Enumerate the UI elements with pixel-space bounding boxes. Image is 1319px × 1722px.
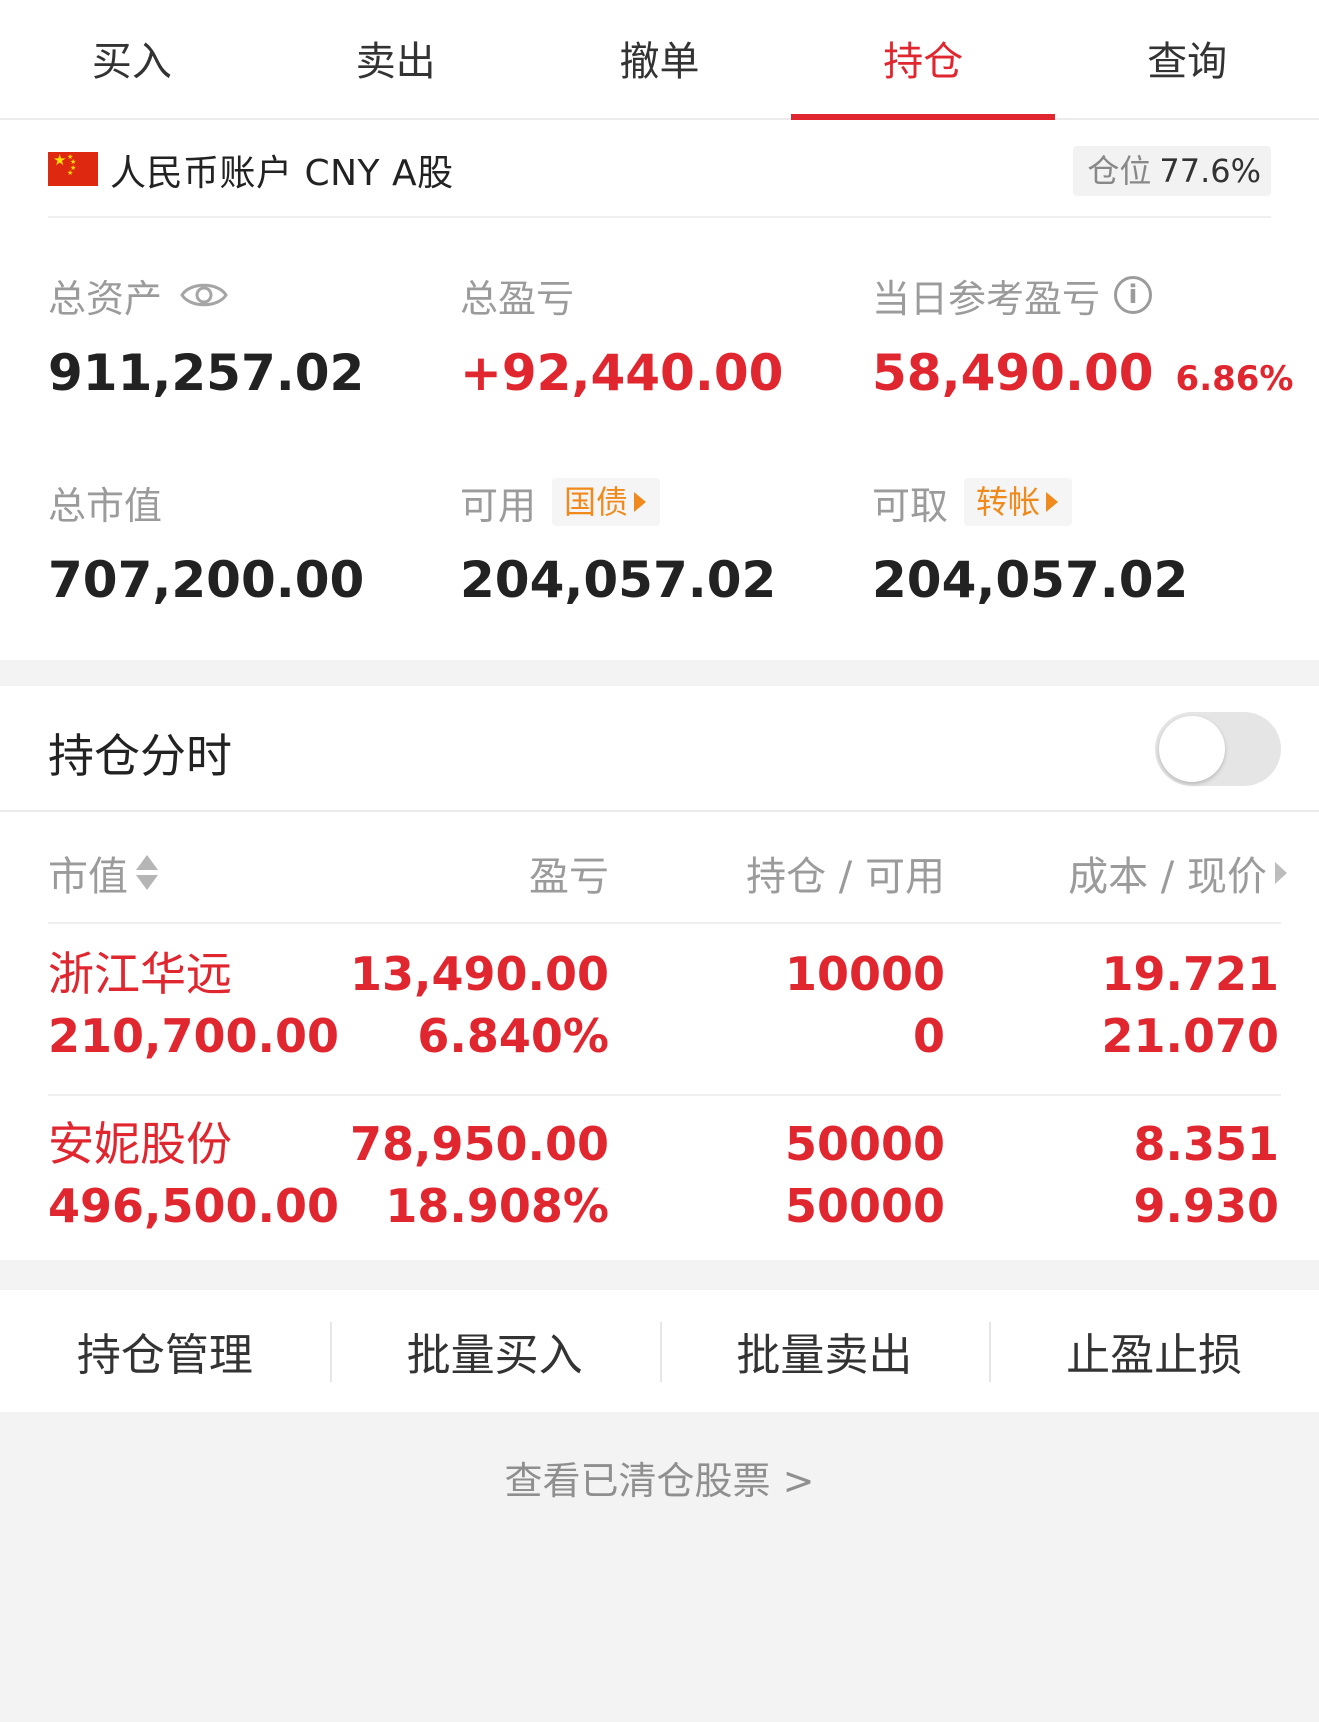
transfer-label: 转帐 — [976, 483, 1041, 521]
stock-name: 安妮股份 — [48, 1117, 232, 1171]
stock-market-value: 210,700.00 — [48, 1009, 340, 1063]
info-icon[interactable]: i — [1114, 276, 1153, 314]
chevron-right-icon — [634, 492, 647, 512]
eye-icon[interactable] — [180, 278, 228, 312]
chevron-right-icon — [1275, 862, 1287, 884]
daily-pnl-pct: 6.86% — [1175, 359, 1294, 399]
stock-name: 浙江华远 — [48, 947, 232, 1001]
holdings-column-header: 市值 盈亏 持仓 / 可用 成本 / 现价 — [48, 814, 1287, 924]
daily-pnl-metric: 当日参考盈亏 i 58,490.00 6.86% — [872, 268, 1294, 402]
column-cost-price-label: 成本 / 现价 — [1068, 854, 1267, 900]
sort-icon — [136, 853, 158, 893]
toggle-knob — [1159, 716, 1225, 782]
withdrawable-metric: 可取 转帐 204,057.02 — [872, 475, 1188, 609]
column-pnl-label: 盈亏 — [529, 854, 609, 900]
account-name: 人民币账户 CNY A股 — [110, 153, 454, 194]
total-assets-metric: 总资产 911,257.02 — [48, 268, 365, 403]
stock-price: 21.070 — [1101, 1009, 1279, 1063]
tab-sell[interactable]: 卖出 — [264, 0, 528, 118]
stock-available: 0 — [912, 1009, 945, 1063]
column-market-value[interactable]: 市值 — [48, 844, 158, 902]
total-pnl-value: +92,440.00 — [460, 344, 784, 402]
position-ratio-label: 仓位 — [1087, 152, 1152, 190]
tab-query[interactable]: 查询 — [1055, 0, 1319, 118]
treasury-bond-link[interactable]: 国债 — [552, 478, 661, 526]
view-cleared-stocks-link[interactable]: 查看已清仓股票 > — [0, 1450, 1319, 1505]
total-assets-value: 911,257.02 — [48, 344, 365, 402]
holdings-section: 持仓分时 市值 盈亏 持仓 / 可用 成本 / 现价 浙江华远 210,700.… — [0, 686, 1319, 1260]
stock-pnl: 13,490.00 — [350, 947, 609, 1001]
china-flag-icon: ★ ★ ★ ★ ★ — [48, 152, 98, 186]
stock-position: 50000 — [784, 1117, 945, 1171]
stock-pnl: 78,950.00 — [350, 1117, 609, 1171]
column-position-label: 持仓 / 可用 — [746, 854, 945, 900]
daily-pnl-value: 58,490.00 — [872, 344, 1154, 402]
total-pnl-label: 总盈亏 — [460, 276, 575, 321]
batch-buy-button[interactable]: 批量买入 — [329, 1290, 660, 1412]
column-pnl: 盈亏 — [529, 844, 609, 902]
stock-cost: 19.721 — [1101, 947, 1279, 1001]
tab-cancel-order[interactable]: 撤单 — [528, 0, 792, 118]
stock-cost: 8.351 — [1133, 1117, 1279, 1171]
tab-holdings[interactable]: 持仓 — [791, 0, 1055, 120]
position-ratio-value: 77.6% — [1159, 152, 1261, 190]
treasury-bond-label: 国债 — [564, 483, 629, 521]
stock-pnl-pct: 18.908% — [385, 1179, 609, 1233]
market-value-value: 707,200.00 — [48, 551, 365, 609]
stock-market-value: 496,500.00 — [48, 1179, 340, 1233]
column-position: 持仓 / 可用 — [746, 844, 945, 902]
market-value-metric: 总市值 707,200.00 — [48, 475, 365, 610]
account-summary: ★ ★ ★ ★ ★ 人民币账户 CNY A股 仓位 77.6% 总资产 911,2… — [0, 120, 1319, 660]
top-tab-bar: 买入 卖出 撤单 持仓 查询 — [0, 0, 1319, 120]
account-header: ★ ★ ★ ★ ★ 人民币账户 CNY A股 仓位 77.6% — [48, 120, 1271, 218]
table-row[interactable]: 安妮股份 496,500.00 78,950.00 18.908% 50000 … — [48, 1096, 1281, 1266]
stock-position: 10000 — [784, 947, 945, 1001]
transfer-link[interactable]: 转帐 — [964, 478, 1073, 526]
position-ratio-badge: 仓位 77.6% — [1073, 146, 1271, 196]
stock-price: 9.930 — [1133, 1179, 1279, 1233]
table-row[interactable]: 浙江华远 210,700.00 13,490.00 6.840% 10000 0… — [48, 926, 1281, 1096]
withdrawable-value: 204,057.02 — [872, 551, 1189, 609]
market-value-label: 总市值 — [48, 483, 163, 528]
stop-profit-loss-button[interactable]: 止盈止损 — [989, 1290, 1319, 1412]
tab-buy[interactable]: 买入 — [0, 0, 264, 118]
holdings-title-row: 持仓分时 — [0, 686, 1319, 812]
holdings-action-bar: 持仓管理 批量买入 批量卖出 止盈止损 — [0, 1290, 1319, 1412]
available-label: 可用 — [460, 483, 537, 528]
intraday-toggle[interactable] — [1155, 712, 1281, 786]
manage-holdings-button[interactable]: 持仓管理 — [0, 1290, 330, 1412]
stock-pnl-pct: 6.840% — [417, 1009, 609, 1063]
available-metric: 可用 国债 204,057.02 — [460, 475, 776, 609]
holdings-intraday-title: 持仓分时 — [48, 729, 232, 783]
withdrawable-label: 可取 — [872, 483, 949, 528]
total-pnl-metric: 总盈亏 +92,440.00 — [460, 268, 784, 403]
column-market-value-label: 市值 — [48, 854, 128, 900]
available-value: 204,057.02 — [460, 551, 777, 609]
daily-pnl-label: 当日参考盈亏 — [872, 276, 1101, 321]
column-cost-price[interactable]: 成本 / 现价 — [1068, 844, 1287, 902]
total-assets-label: 总资产 — [48, 276, 163, 321]
stock-available: 50000 — [784, 1179, 945, 1233]
batch-sell-button[interactable]: 批量卖出 — [659, 1290, 990, 1412]
chevron-right-icon — [1046, 492, 1059, 512]
